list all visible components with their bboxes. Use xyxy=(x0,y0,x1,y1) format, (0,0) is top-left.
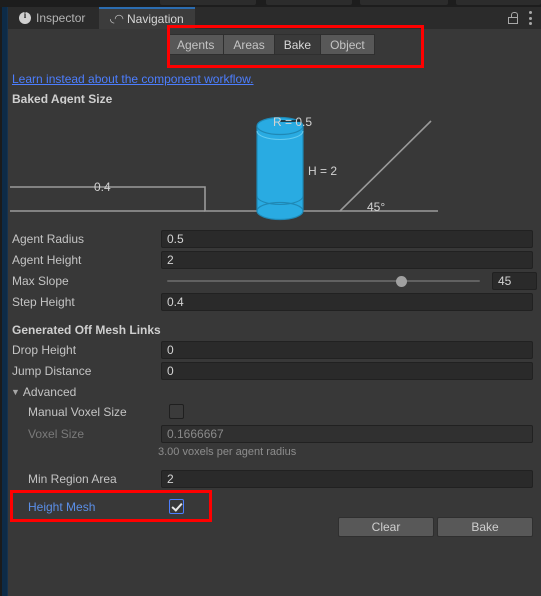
voxel-size-label: Voxel Size xyxy=(28,427,85,441)
row-manual-voxel-size: Manual Voxel Size xyxy=(8,402,541,423)
row-voxel-size: Voxel Size 0.1666667 xyxy=(8,424,541,445)
height-mesh-label: Height Mesh xyxy=(28,500,96,514)
agent-radius-label: Agent Radius xyxy=(12,232,85,246)
max-slope-label: Max Slope xyxy=(12,274,69,288)
voxel-size-input: 0.1666667 xyxy=(161,425,533,443)
jump-distance-label: Jump Distance xyxy=(12,364,92,378)
chrome-pill xyxy=(456,0,541,5)
max-slope-input[interactable]: 45 xyxy=(492,272,537,290)
drop-height-input[interactable]: 0 xyxy=(161,341,533,359)
mode-toolbar: Agents Areas Bake Object xyxy=(167,34,375,55)
height-mesh-checkbox[interactable] xyxy=(169,499,184,514)
mode-button-agents[interactable]: Agents xyxy=(167,34,224,55)
diagram-step-label: 0.4 xyxy=(94,180,111,194)
navigation-icon: ◟◠ xyxy=(110,13,124,25)
lock-icon[interactable] xyxy=(508,12,519,24)
tab-bar: Inspector ◟◠ Navigation xyxy=(8,7,541,29)
mode-button-areas[interactable]: Areas xyxy=(223,34,274,55)
drop-height-label: Drop Height xyxy=(12,343,77,357)
diagram-radius-label: R = 0.5 xyxy=(273,115,313,129)
mode-button-object[interactable]: Object xyxy=(320,34,375,55)
chrome-pill xyxy=(266,0,352,5)
clear-button[interactable]: Clear xyxy=(338,517,434,537)
agent-size-diagram: R = 0.5 H = 2 0.4 45° xyxy=(8,104,541,228)
row-drop-height: Drop Height 0 xyxy=(8,340,541,361)
tab-navigation[interactable]: ◟◠ Navigation xyxy=(99,7,195,29)
advanced-foldout-label: Advanced xyxy=(22,385,77,399)
step-height-input[interactable]: 0.4 xyxy=(161,293,533,311)
chrome-pill xyxy=(360,0,448,5)
row-step-height: Step Height 0.4 xyxy=(8,292,541,313)
max-slope-slider[interactable] xyxy=(161,272,486,290)
row-max-slope: Max Slope 45 xyxy=(8,271,541,292)
diagram-slope-label: 45° xyxy=(367,200,386,214)
diagram-height-label: H = 2 xyxy=(308,164,338,178)
kebab-menu-icon[interactable] xyxy=(528,11,532,25)
agent-height-input[interactable]: 2 xyxy=(161,251,533,269)
row-height-mesh: Height Mesh xyxy=(8,497,541,518)
voxel-size-helper-text: 3.00 voxels per agent radius xyxy=(158,446,297,458)
row-min-region-area: Min Region Area 2 xyxy=(8,469,541,490)
slider-track xyxy=(167,280,480,282)
left-edge-strip xyxy=(0,7,8,596)
tab-inspector[interactable]: Inspector xyxy=(8,7,97,29)
step-height-label: Step Height xyxy=(12,295,75,309)
info-icon xyxy=(19,10,31,24)
manual-voxel-size-label: Manual Voxel Size xyxy=(28,405,127,419)
tab-inspector-label: Inspector xyxy=(36,11,86,25)
chevron-down-icon: ▼ xyxy=(11,387,20,397)
min-region-area-label: Min Region Area xyxy=(28,472,117,486)
min-region-area-input[interactable]: 2 xyxy=(161,470,533,488)
navigation-window: Inspector ◟◠ Navigation Agents Areas Bak… xyxy=(0,0,541,596)
agent-height-label: Agent Height xyxy=(12,253,82,267)
agent-radius-input[interactable]: 0.5 xyxy=(161,230,533,248)
manual-voxel-size-checkbox[interactable] xyxy=(169,404,184,419)
section-header-off-mesh-links: Generated Off Mesh Links xyxy=(12,323,161,337)
bake-button[interactable]: Bake xyxy=(437,517,533,537)
tab-navigation-label: Navigation xyxy=(127,12,184,26)
chrome-pill xyxy=(160,0,256,5)
component-workflow-link[interactable]: Learn instead about the component workfl… xyxy=(12,72,254,86)
row-jump-distance: Jump Distance 0 xyxy=(8,361,541,382)
slider-thumb[interactable] xyxy=(396,276,407,287)
advanced-foldout[interactable]: ▼ Advanced xyxy=(11,385,76,399)
mode-button-bake[interactable]: Bake xyxy=(273,34,321,55)
jump-distance-input[interactable]: 0 xyxy=(161,362,533,380)
window-chrome-strip xyxy=(0,0,541,7)
tab-bar-right-controls xyxy=(508,7,541,29)
row-agent-radius: Agent Radius 0.5 xyxy=(8,229,541,250)
row-agent-height: Agent Height 2 xyxy=(8,250,541,271)
